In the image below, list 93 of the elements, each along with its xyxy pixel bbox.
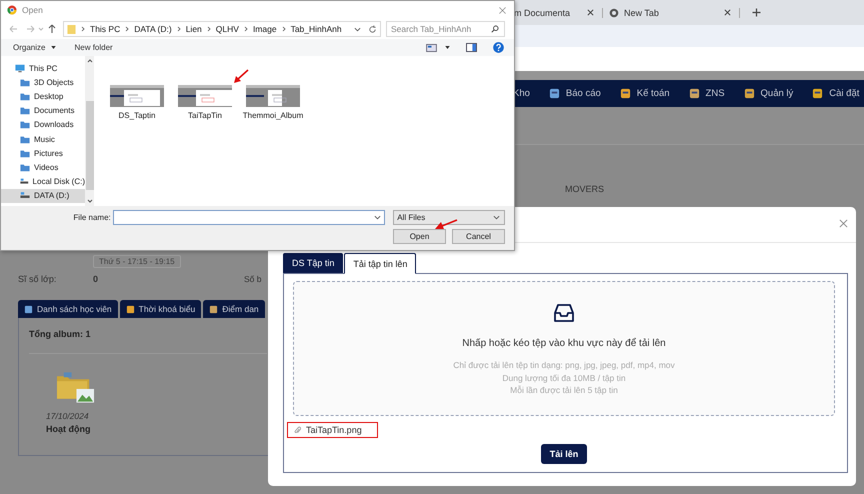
tile-icon	[209, 304, 218, 314]
file-name-field[interactable]	[112, 210, 386, 225]
cancel-button[interactable]: Cancel	[452, 229, 505, 244]
drop-zone-hint: Chỉ được tải lên tệp tin dạng: png, jpg, jpeg, pdf, mp4, mov	[453, 359, 675, 372]
breadcrumb-item[interactable]: Lien	[186, 24, 202, 34]
nav-pane-item[interactable]: Pictures	[1, 146, 85, 160]
file-thumbnail-drawing[interactable]	[246, 85, 300, 107]
monitor-icon	[15, 64, 25, 73]
nav-link[interactable]: Báo cáo	[566, 88, 601, 99]
breadcrumb-item[interactable]: Tab_HinhAnh	[290, 24, 342, 34]
new-folder-button[interactable]: New folder	[72, 43, 115, 52]
window-title: Open	[22, 5, 44, 15]
dropdown-icon	[374, 215, 382, 220]
breadcrumb-item[interactable]: This PC	[90, 24, 120, 34]
scroll-up-icon[interactable]	[86, 59, 92, 63]
field-label: Số b	[244, 274, 262, 284]
close-icon[interactable]	[499, 6, 506, 14]
breadcrumb-item[interactable]: QLHV	[216, 24, 239, 34]
drive-icon	[20, 177, 29, 186]
file-name[interactable]: DS_Taptin	[118, 111, 156, 120]
file-name-label: File name:	[72, 213, 111, 222]
size-value: 0	[93, 274, 100, 284]
breadcrumb-item[interactable]: Image	[252, 24, 277, 34]
search-field[interactable]: Search Tab_HinhAnh	[386, 21, 505, 37]
nav-pane-item[interactable]: This PC	[1, 61, 85, 76]
breadcrumb-item[interactable]: DATA (D:)	[134, 24, 172, 34]
close-icon[interactable]	[724, 9, 732, 16]
dropdown-icon	[492, 215, 500, 220]
new-tab-icon[interactable]	[752, 8, 762, 17]
close-icon[interactable]	[587, 9, 594, 16]
nav-pane-item[interactable]: Documents	[1, 104, 85, 118]
preview-pane-icon[interactable]	[466, 43, 477, 52]
globe-icon	[609, 8, 620, 18]
drive-icon	[20, 191, 30, 200]
nav-link[interactable]: Kế toán	[636, 88, 670, 99]
drop-zone-title: Nhấp hoặc kéo tệp vào khu vực này để tải lên	[462, 338, 666, 349]
file-name[interactable]: TaiTapTin	[188, 111, 222, 120]
view-icon[interactable]	[426, 44, 437, 52]
drop-zone-hint: Dung lượng tối đa 10MB / tập tin	[502, 372, 626, 384]
inbox-icon	[554, 304, 574, 322]
scroll-down-icon[interactable]	[86, 199, 92, 203]
tile-icon	[126, 304, 135, 314]
help-icon[interactable]	[493, 42, 504, 53]
chevron-icon	[206, 26, 211, 32]
drop-zone[interactable]: Nhấp hoặc kéo tệp vào khu vực này để tải lên Chỉ được tải lên tệp tin dạng: png, jpg, jpeg, pdf, mp4, mov Dung lượng tối đa 10MB / tập tin Mỗi lần được tải lên 5 tập tin	[293, 281, 835, 416]
chevron-icon	[125, 26, 130, 32]
paperclip-icon	[294, 426, 301, 434]
chevron-icon	[81, 26, 85, 32]
nav-pane-item[interactable]: Videos	[1, 160, 85, 174]
chevron-icon	[282, 26, 286, 32]
browser-tab[interactable]: New Tab	[609, 8, 740, 18]
scrollbar[interactable]	[85, 56, 94, 206]
navigation-arrows-icon[interactable]	[8, 24, 58, 34]
album-date: 17/10/2024	[46, 411, 90, 421]
nav-link[interactable]: Quản lý	[760, 88, 794, 99]
chevron-icon	[244, 26, 248, 32]
album-name[interactable]: Hoạt động	[46, 424, 267, 434]
nav-pane-item[interactable]: Downloads	[1, 118, 85, 132]
nav-link[interactable]: ZNS	[706, 88, 725, 99]
section-tab[interactable]: Thời khoá biểu	[120, 300, 202, 318]
nav-pane-item[interactable]: Local Disk (C:)	[1, 174, 85, 189]
schedule-chip: Thứ 5 - 17:15 - 19:15	[93, 255, 181, 268]
modal-tab[interactable]: Tải tập tin lên	[344, 253, 416, 274]
file-type-select[interactable]: All Files	[393, 210, 505, 225]
tile-icon	[24, 304, 33, 314]
nav-pane-item[interactable]: Music	[1, 132, 85, 146]
album-total: Tổng album: 1	[29, 328, 92, 339]
upload-button[interactable]: Tải lên	[540, 444, 588, 464]
modal-tab[interactable]: DS Tập tin	[283, 253, 344, 273]
section-tab[interactable]: Điểm dan	[203, 300, 265, 318]
search-icon	[491, 25, 499, 33]
path-field[interactable]: This PC DATA (D:) Lien QLHV Image Tab_HinhAnh	[63, 21, 381, 37]
file-name[interactable]: Themmoi_Album	[242, 111, 304, 120]
folder-icon	[67, 24, 76, 34]
file-name: TaiTapTin.png	[306, 425, 362, 435]
drop-zone-hint: Mỗi lần được tải lên 5 tập tin	[510, 384, 618, 396]
file-thumbnail-drawing[interactable]	[110, 85, 164, 107]
folder-picture-icon[interactable]	[56, 370, 95, 404]
nav-link[interactable]: Cài đặt	[829, 88, 860, 99]
nav-pane-item[interactable]: 3D Objects	[1, 75, 85, 90]
section-tab[interactable]: Danh sách học viên	[18, 300, 118, 318]
refresh-icon[interactable]	[368, 24, 377, 34]
browser-logo-icon	[7, 5, 17, 15]
close-icon[interactable]	[839, 219, 848, 228]
course-value: MOVERS	[565, 184, 604, 194]
nav-pane-item[interactable]: Desktop	[1, 89, 85, 104]
chevron-icon	[176, 26, 181, 32]
size-label: Sĩ số lớp:	[18, 274, 58, 284]
dropdown-icon[interactable]	[354, 26, 361, 32]
file-thumbnail-drawing[interactable]	[178, 85, 232, 107]
nav-pane-item[interactable]: DATA (D:)	[1, 188, 85, 203]
organize-button[interactable]: Organize	[11, 43, 48, 52]
open-button[interactable]: Open	[393, 229, 446, 244]
